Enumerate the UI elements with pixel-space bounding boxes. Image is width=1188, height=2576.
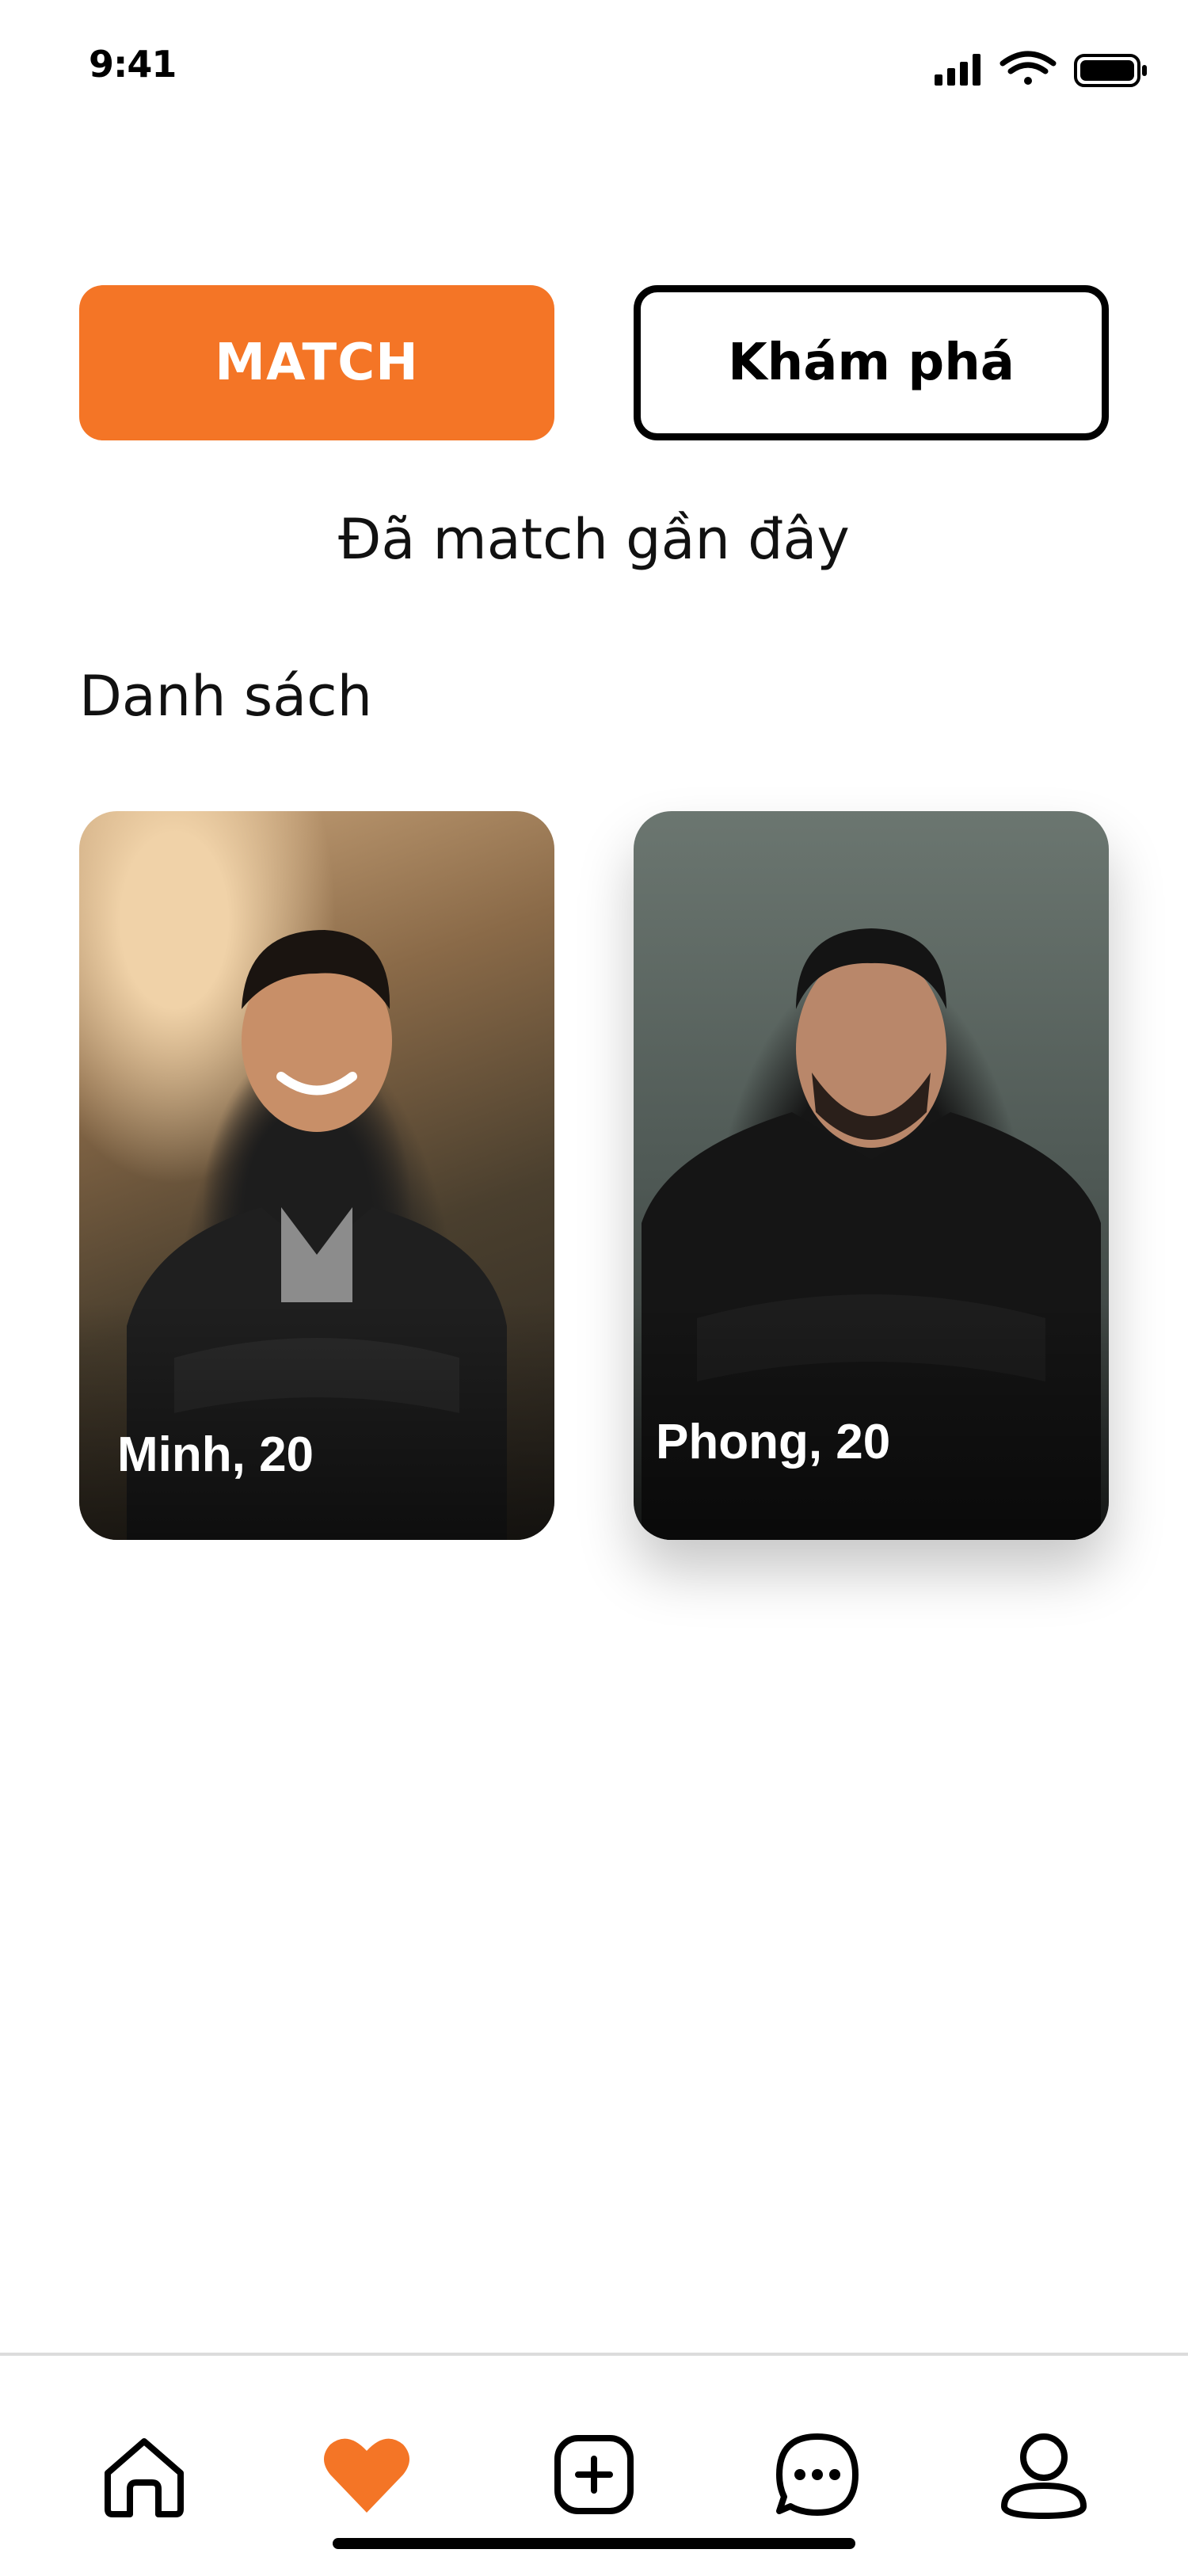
chat-icon[interactable]	[770, 2427, 865, 2522]
battery-icon	[1074, 54, 1147, 87]
add-post-icon[interactable]	[546, 2427, 642, 2522]
match-card[interactable]: Phong, 20	[634, 811, 1109, 1540]
list-label: Danh sách	[79, 664, 372, 729]
heart-icon[interactable]	[319, 2427, 414, 2522]
home-indicator	[333, 2538, 855, 2549]
status-icons	[935, 46, 1156, 93]
section-title: Đã match gần đây	[338, 507, 850, 572]
home-icon[interactable]	[97, 2427, 192, 2522]
card-gradient	[79, 1302, 554, 1540]
explore-tab-button[interactable]: Khám phá	[634, 285, 1109, 440]
match-tab-button[interactable]: MATCH	[79, 285, 554, 440]
status-time: 9:41	[89, 43, 177, 86]
match-card[interactable]: Minh, 20	[79, 811, 554, 1540]
match-name: Minh, 20	[117, 1427, 314, 1482]
signal-icon	[935, 54, 980, 86]
profile-icon[interactable]	[996, 2427, 1091, 2522]
wifi-icon	[1000, 51, 1057, 85]
match-name: Phong, 20	[656, 1415, 891, 1469]
